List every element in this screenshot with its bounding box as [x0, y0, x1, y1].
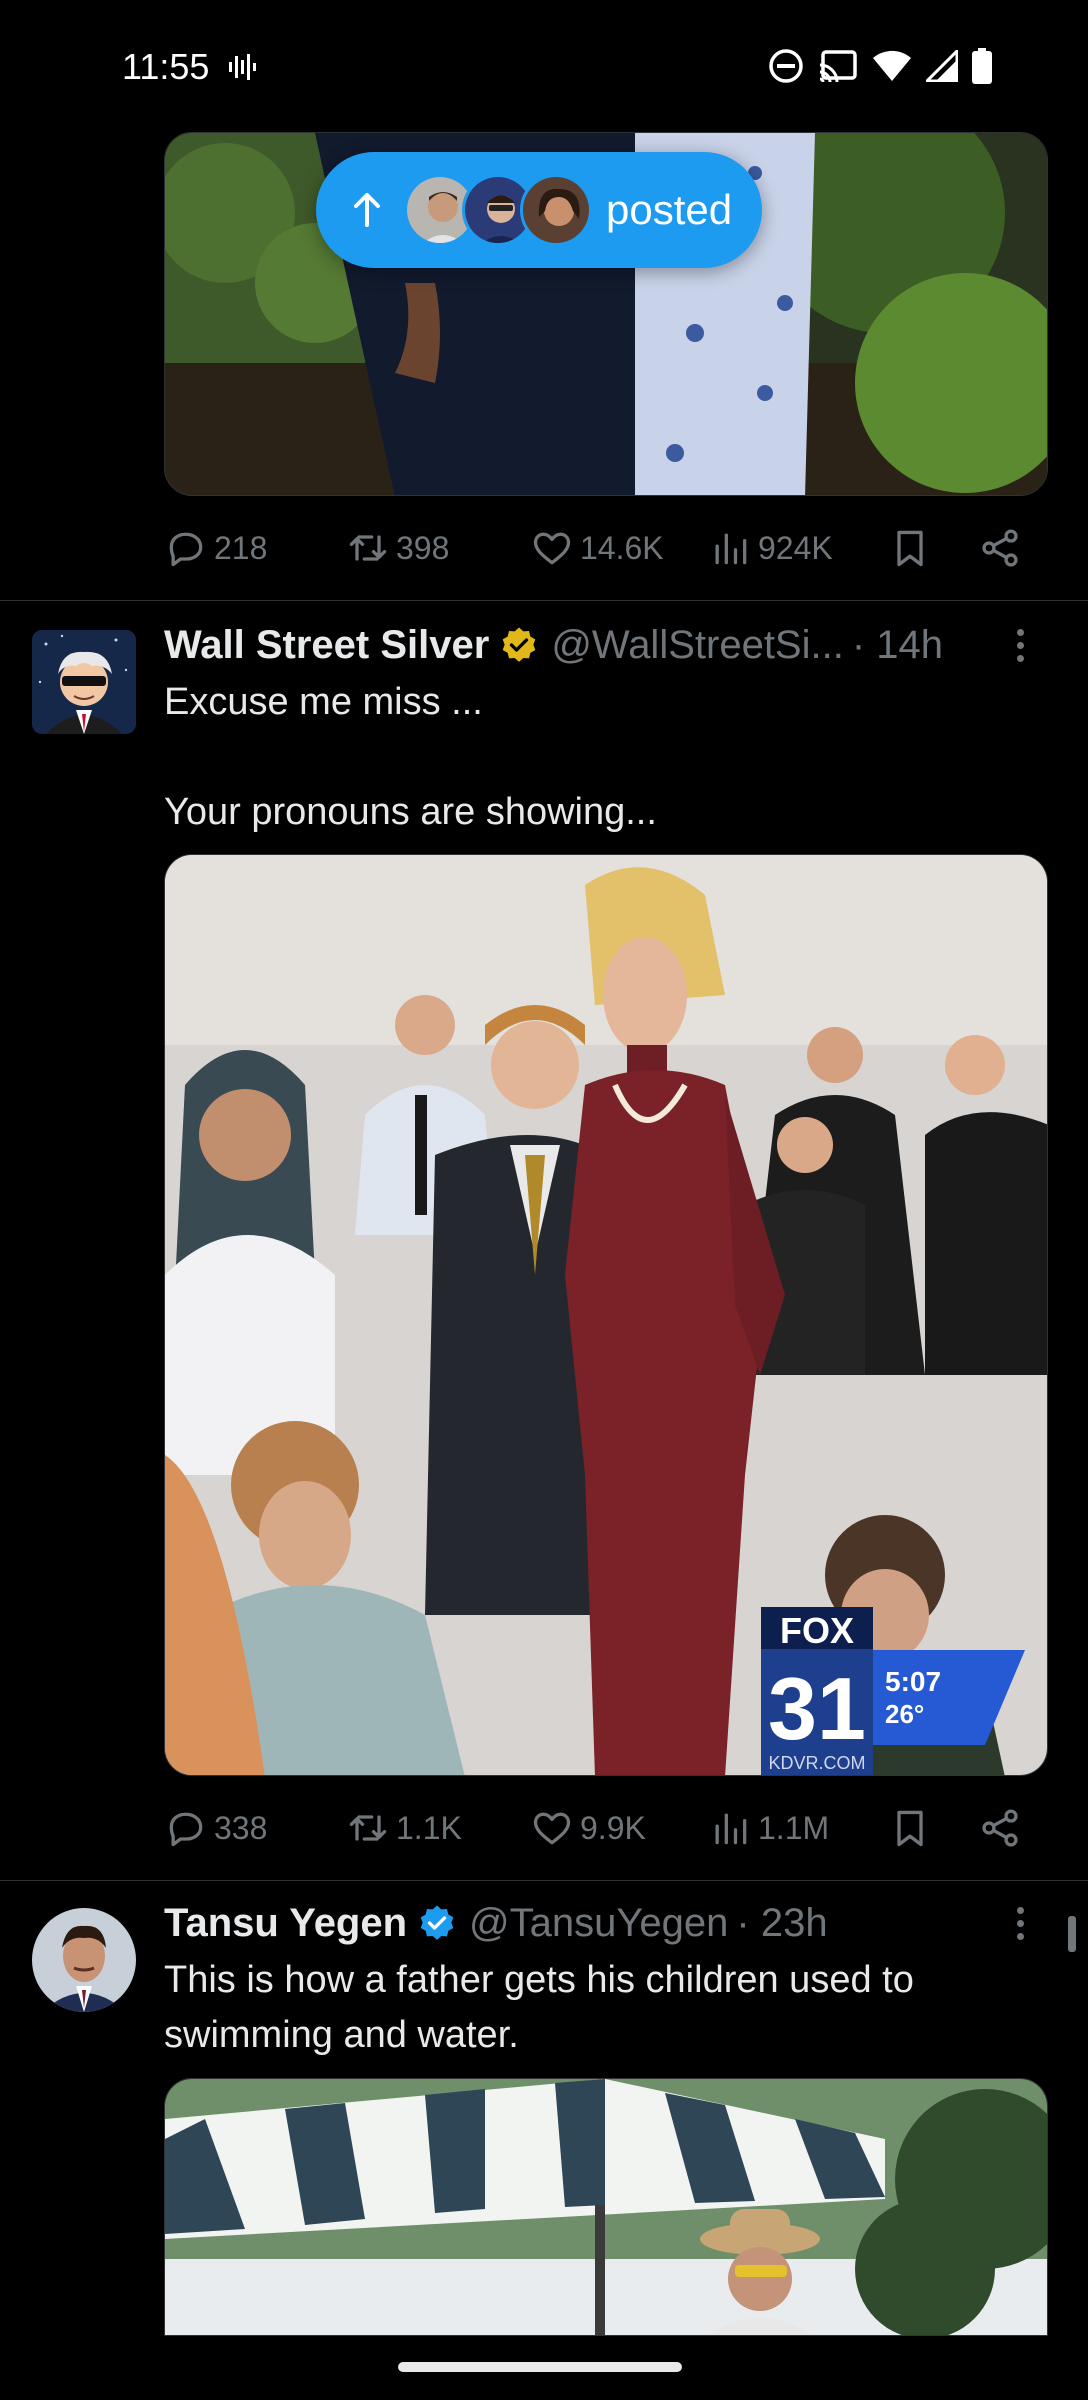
repost-count: 1.1K — [396, 1809, 462, 1846]
status-time: 11:55 — [122, 46, 210, 87]
heart-icon — [533, 1812, 571, 1845]
views-button[interactable]: 1.1M — [708, 1806, 888, 1850]
views-icon — [715, 1813, 747, 1845]
tweet-text: This is how a father gets his children u… — [164, 1959, 925, 2056]
cast-icon — [819, 50, 857, 83]
repost-count: 398 — [396, 529, 450, 566]
like-count: 9.9K — [580, 1809, 646, 1846]
view-count: 924K — [758, 529, 833, 566]
new-posts-pill[interactable]: posted — [316, 152, 762, 268]
scrollbar[interactable] — [1068, 1916, 1076, 1952]
avatar[interactable] — [32, 1908, 136, 2012]
share-icon — [982, 1809, 1018, 1847]
repost-icon — [349, 535, 387, 561]
share-button[interactable] — [978, 1806, 1022, 1850]
new-posts-label: posted — [606, 186, 733, 233]
reply-icon — [169, 532, 203, 567]
voice-wave-icon — [229, 54, 256, 80]
tweet-2-header: Wall Street Silver @WallStreetSi... · 14… — [164, 618, 1048, 672]
battery-icon — [972, 48, 992, 84]
do-not-disturb-icon — [769, 49, 803, 83]
tweet-2-media[interactable]: FOX 31 KDVR.COM 5:07 26° — [164, 854, 1048, 1776]
tweet-1-actions: 218 398 14.6K 924K — [164, 518, 1048, 578]
reply-button[interactable]: 218 — [164, 526, 346, 570]
bookmark-icon — [897, 530, 923, 567]
avatar[interactable] — [32, 630, 136, 734]
avatar — [520, 174, 592, 246]
tweet-timestamp[interactable]: · 23h — [736, 1901, 827, 1946]
reply-icon — [169, 1812, 203, 1847]
arrow-up-icon — [354, 193, 380, 227]
repost-button[interactable]: 1.1K — [346, 1806, 530, 1850]
repost-button[interactable]: 398 — [346, 526, 530, 570]
tweet-2-actions: 338 1.1K 9.9K 1.1M — [164, 1798, 1048, 1858]
author-name[interactable]: Wall Street Silver — [164, 623, 489, 668]
tweet-3-media[interactable] — [164, 2078, 1048, 2336]
tv-number-text: 31 — [768, 1659, 866, 1758]
status-bar: 11:55 — [0, 0, 1088, 132]
share-icon — [982, 529, 1018, 567]
heart-icon — [533, 532, 571, 565]
views-button[interactable]: 924K — [708, 526, 888, 570]
new-posts-avatars — [404, 174, 592, 246]
bookmark-button[interactable] — [888, 526, 978, 570]
bookmark-button[interactable] — [888, 1806, 978, 1850]
signal-icon — [926, 50, 958, 82]
share-button[interactable] — [978, 526, 1022, 570]
wifi-icon — [873, 50, 911, 81]
author-handle[interactable]: @TansuYegen — [469, 1901, 728, 1946]
views-icon — [715, 533, 747, 565]
view-count: 1.1M — [758, 1809, 830, 1846]
author-handle[interactable]: @WallStreetSi... — [551, 623, 844, 668]
tweet-3-header: Tansu Yegen @TansuYegen · 23h — [164, 1896, 1048, 1950]
tv-channel-text: FOX — [780, 1610, 854, 1651]
tv-clock-text: 5:07 — [885, 1666, 941, 1697]
reply-count: 218 — [214, 529, 268, 566]
more-options-button[interactable] — [1000, 1896, 1040, 1950]
tweet-divider — [0, 600, 1088, 601]
tweet-timestamp[interactable]: · 14h — [852, 623, 943, 668]
author-name[interactable]: Tansu Yegen — [164, 1901, 407, 1946]
bookmark-icon — [897, 1810, 923, 1847]
tweet-divider — [0, 1880, 1088, 1881]
tweet-text: Excuse me miss ... Your pronouns are sho… — [164, 681, 657, 833]
reply-button[interactable]: 338 — [164, 1806, 346, 1850]
repost-icon — [349, 1815, 387, 1841]
like-button[interactable]: 14.6K — [530, 526, 708, 570]
verified-gold-icon — [502, 627, 536, 662]
tv-temp-text: 26° — [885, 1699, 924, 1729]
like-count: 14.6K — [580, 529, 664, 566]
tweet-photo — [165, 2079, 1047, 2335]
home-indicator[interactable] — [398, 2362, 682, 2372]
more-options-button[interactable] — [1000, 618, 1040, 672]
verified-icon — [420, 1905, 454, 1940]
tv-station-text: KDVR.COM — [768, 1753, 865, 1773]
like-button[interactable]: 9.9K — [530, 1806, 708, 1850]
reply-count: 338 — [214, 1809, 268, 1846]
tweet-photo: FOX 31 KDVR.COM 5:07 26° — [165, 855, 1047, 1775]
